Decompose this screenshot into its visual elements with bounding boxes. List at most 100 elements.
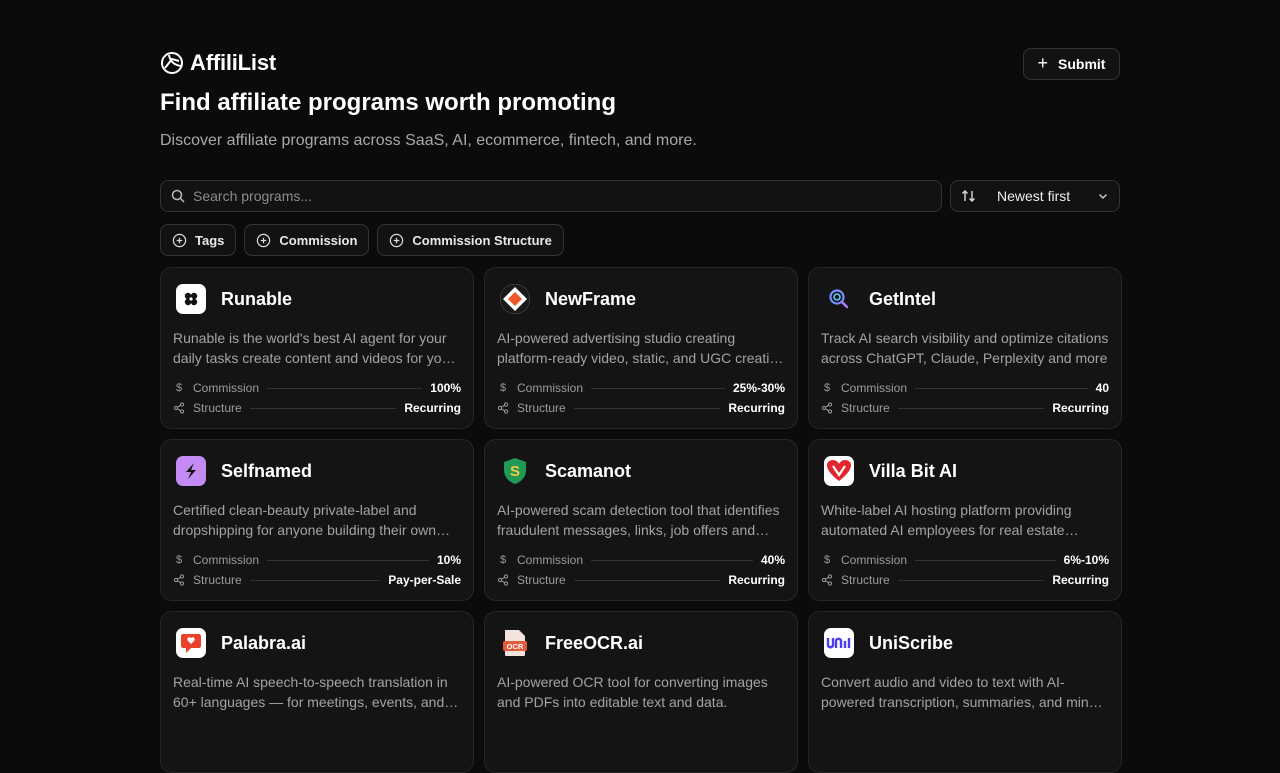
dollar-icon: $ [175,554,183,566]
filter-label: Tags [195,232,225,248]
program-name: Villa Bit AI [869,461,958,481]
brand-name: AffiliList [190,50,276,75]
plus-circle-icon [390,233,404,247]
uni-wordmark-icon [826,637,851,649]
search-icon [171,189,185,203]
commission-value: 25%-30% [732,381,785,395]
program-card[interactable]: Palabra.ai Real-time AI speech-to-speech… [160,611,474,773]
structure-label: Structure [841,401,890,415]
page-title: Find affiliate programs worth promoting [160,89,616,116]
structure-value: Recurring [728,401,785,415]
structure-value: Recurring [728,573,785,587]
divider [267,559,429,561]
dollar-icon: $ [175,382,183,394]
filter-tags[interactable]: Tags [160,224,237,256]
program-card[interactable]: Selfnamed Certified clean-beauty private… [160,439,474,601]
brand[interactable]: AffiliList [160,50,276,76]
program-logo: OCR [500,628,530,658]
commission-value: 6%-10% [1063,553,1109,567]
program-grid: Runable Runable is the world's best AI a… [160,267,1122,773]
dollar-icon: $ [499,382,507,394]
share-icon [497,402,509,414]
structure-row: Structure Pay-per-Sale [173,573,461,587]
program-card[interactable]: Villa Bit AI White-label AI hosting plat… [808,439,1122,601]
program-description: White-label AI hosting platform providin… [821,502,1072,538]
filter-commission[interactable]: Commission [244,224,370,256]
sort-select[interactable]: Newest first [950,180,1120,212]
program-card[interactable]: UniScribe Convert audio and video to tex… [808,611,1122,773]
program-logo [824,284,854,314]
diamond-frame-icon [500,284,530,314]
program-description: Certified clean-beauty private-label and… [173,502,437,538]
divider [249,579,381,581]
program-name: Palabra.ai [221,633,307,653]
divider [897,579,1045,581]
commission-row: $ Commission 6%-10% [821,553,1109,567]
program-description: AI-powered scam detection tool that iden… [497,502,780,538]
search-input[interactable] [193,188,893,204]
commission-label: Commission [841,553,908,567]
structure-value: Recurring [1052,401,1109,415]
divider [591,387,725,389]
share-icon [821,574,833,586]
program-description: Runable is the world's best AI agent for… [173,330,454,366]
program-name: GetIntel [869,289,937,309]
structure-value: Pay-per-Sale [388,573,461,587]
program-card[interactable]: NewFrame AI-powered advertising studio c… [484,267,798,429]
dollar-icon: $ [823,554,831,566]
plus-circle-icon [257,233,271,247]
program-card[interactable]: OCR FreeOCR.ai AI-powered OCR tool for c… [484,611,798,773]
s-mark-icon [186,463,196,479]
program-description: Real-time AI speech-to-speech translatio… [173,674,448,710]
program-logo [500,284,530,314]
structure-label: Structure [193,401,242,415]
commission-row: $ Commission 25%-30% [497,381,785,395]
program-description: Track AI search visibility and optimize … [821,330,1109,366]
structure-row: Structure Recurring [497,401,785,415]
structure-label: Structure [841,573,890,587]
svg-text:S: S [510,463,520,480]
program-logo [824,456,854,486]
divider [267,387,423,389]
share-icon [497,574,509,586]
program-logo: S [500,456,530,486]
structure-value: Recurring [404,401,461,415]
divider [573,579,721,581]
search-box[interactable] [160,180,942,212]
sort-arrows-icon [962,190,975,202]
commission-label: Commission [517,553,584,567]
divider [897,407,1045,409]
structure-label: Structure [517,401,566,415]
chevron-down-icon [1099,194,1107,199]
program-card[interactable]: Runable Runable is the world's best AI a… [160,267,474,429]
submit-button[interactable]: + Submit [1023,48,1120,80]
program-name: NewFrame [545,289,637,309]
commission-row: $ Commission 100% [173,381,461,395]
structure-label: Structure [193,573,242,587]
commission-label: Commission [193,381,260,395]
program-logo [176,456,206,486]
commission-label: Commission [841,381,908,395]
magnifier-icon [829,289,849,309]
structure-row: Structure Recurring [173,401,461,415]
sort-selected: Newest first [997,188,1071,204]
share-icon [173,402,185,414]
program-card[interactable]: S Scamanot AI-powered scam detection too… [484,439,798,601]
program-name: Scamanot [545,461,632,481]
commission-value: 40 [1095,381,1109,395]
program-name: Runable [221,289,293,309]
dollar-icon: $ [499,554,507,566]
filter-label: Commission [279,232,358,248]
top-bar: AffiliList + Submit [160,48,1120,80]
globe-logo-icon [161,52,183,74]
program-card[interactable]: GetIntel Track AI search visibility and … [808,267,1122,429]
program-description: AI-powered OCR tool for converting image… [497,674,768,710]
program-description: Convert audio and video to text with AI-… [821,674,1097,710]
commission-label: Commission [517,381,584,395]
divider [249,407,397,409]
share-icon [173,574,185,586]
divider [915,387,1088,389]
filter-commission-structure[interactable]: Commission Structure [377,224,564,256]
submit-label: Submit [1058,56,1106,72]
commission-value: 10% [436,553,461,567]
